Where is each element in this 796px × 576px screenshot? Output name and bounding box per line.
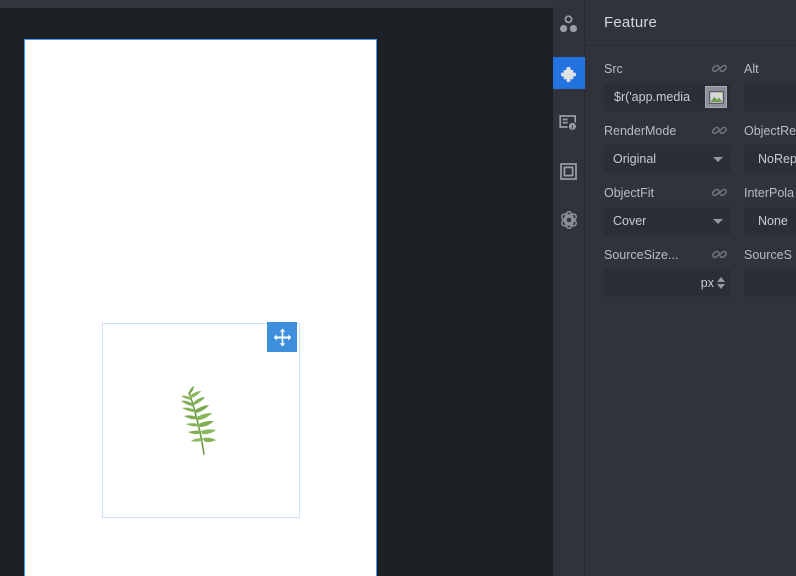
frame-square-icon: [560, 162, 577, 180]
spinner-down-icon[interactable]: [717, 284, 725, 289]
property-label-line: SourceS: [744, 245, 796, 264]
spinner-up-icon[interactable]: [717, 277, 725, 282]
property-interpolation: InterPola None: [744, 183, 796, 235]
property-list: Src $r('app.media Alt RenderMode Origina…: [585, 46, 796, 576]
chain-link-icon[interactable]: [711, 61, 728, 76]
sidebar-item-layout[interactable]: [553, 155, 585, 187]
objectfit-value: Cover: [613, 214, 647, 228]
property-label: RenderMode: [604, 123, 677, 138]
spinner-arrows-icon[interactable]: [717, 277, 725, 289]
property-label: ObjectFit: [604, 185, 655, 200]
property-label: Alt: [744, 61, 759, 76]
sidebar-item-attributes[interactable]: [552, 57, 585, 89]
property-label-line: ObjectFit: [604, 183, 731, 202]
src-input-value: $r('app.media: [614, 90, 691, 104]
property-label: SourceS: [744, 247, 792, 262]
interpolation-select[interactable]: None: [744, 207, 796, 235]
property-label-line: ObjectRe: [744, 121, 796, 140]
sidebar-item-structure[interactable]: [553, 8, 585, 40]
chevron-down-icon: [713, 156, 723, 162]
preview-canvas-area[interactable]: [0, 8, 553, 576]
property-label-line: SourceSize...: [604, 245, 731, 264]
sourcesize-width-input[interactable]: px: [604, 269, 731, 297]
image-picker-button[interactable]: [705, 86, 727, 108]
property-src: Src $r('app.media: [604, 59, 731, 111]
image-picker-icon: [708, 90, 724, 104]
inspector-icon-rail: [552, 0, 585, 576]
ide-window: Feature Src $r('app.media Alt RenderMode…: [0, 0, 796, 576]
page-title: Feature: [604, 14, 658, 31]
property-row: RenderMode Original ObjectRe NoRep: [604, 121, 796, 173]
property-label-line: RenderMode: [604, 121, 731, 140]
interpolation-value: None: [758, 214, 788, 228]
move-handle[interactable]: [267, 322, 297, 352]
objectrepeat-select[interactable]: NoRepe: [744, 145, 796, 173]
property-objectfit: ObjectFit Cover: [604, 183, 731, 235]
property-row: Src $r('app.media Alt: [604, 59, 796, 111]
inspector-header: Feature: [585, 0, 796, 46]
rendermode-select[interactable]: Original: [604, 145, 731, 173]
objectfit-select[interactable]: Cover: [604, 207, 731, 235]
objectrepeat-value: NoRepe: [758, 152, 796, 166]
structure-icon: [560, 14, 577, 32]
property-label: InterPola: [744, 185, 795, 200]
card-info-icon: [559, 114, 578, 131]
property-objectrepeat: ObjectRe NoRepe: [744, 121, 796, 173]
property-sourcesize-width: SourceSize... px: [604, 245, 731, 297]
unit-label: px: [700, 276, 714, 290]
sourcesize-height-input[interactable]: [744, 269, 796, 297]
property-alt: Alt: [744, 59, 796, 111]
inspector-body: Feature Src $r('app.media Alt RenderMode…: [585, 0, 796, 576]
chain-link-icon[interactable]: [711, 247, 728, 262]
property-label: Src: [604, 61, 623, 76]
sidebar-item-component-info[interactable]: [553, 106, 585, 138]
property-row: SourceSize... px SourceS: [604, 245, 796, 297]
sidebar-item-effects[interactable]: [553, 204, 585, 236]
top-toolbar-strip: [0, 0, 553, 8]
property-label: SourceSize...: [604, 247, 679, 262]
property-sourcesize-height: SourceS: [744, 245, 796, 297]
attribute-inspector-panel: Feature Src $r('app.media Alt RenderMode…: [552, 0, 796, 576]
image-component[interactable]: [102, 323, 300, 518]
chain-link-icon[interactable]: [711, 185, 728, 200]
property-row: ObjectFit Cover InterPola None: [604, 183, 796, 235]
property-rendermode: RenderMode Original: [604, 121, 731, 173]
puzzle-icon: [560, 66, 577, 82]
alt-input[interactable]: [744, 83, 796, 111]
property-label-line: Alt: [744, 59, 796, 78]
property-label-line: Src: [604, 59, 731, 78]
fern-leaf-image: [181, 385, 216, 455]
chevron-down-icon: [713, 218, 723, 224]
rendermode-value: Original: [613, 152, 657, 166]
device-preview-canvas[interactable]: [24, 39, 377, 576]
atom-icon: [560, 210, 577, 230]
chain-link-icon[interactable]: [711, 123, 728, 138]
property-label-line: InterPola: [744, 183, 796, 202]
property-label: ObjectRe: [744, 123, 796, 138]
move-arrows-icon: [273, 328, 291, 346]
src-input[interactable]: $r('app.media: [604, 83, 731, 111]
